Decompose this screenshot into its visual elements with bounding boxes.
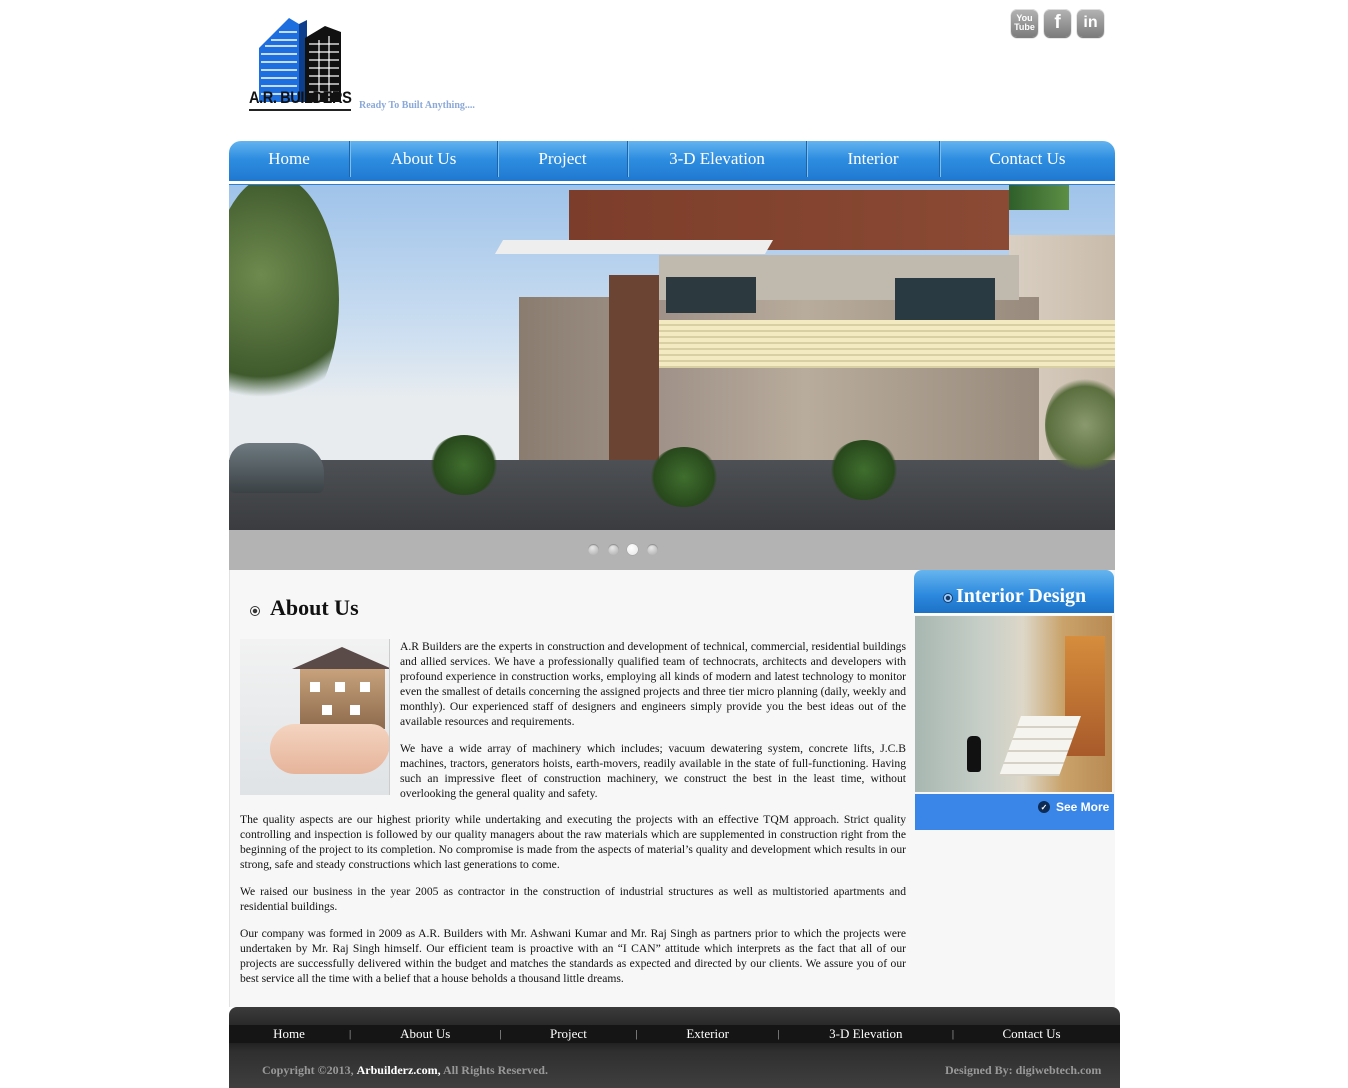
- footer-nav-3d-elevation[interactable]: 3-D Elevation: [780, 1026, 952, 1042]
- bullet-icon: [250, 606, 260, 616]
- about-heading: About Us: [250, 595, 359, 621]
- youtube-label-bottom: Tube: [1014, 22, 1035, 32]
- see-more-button[interactable]: ✓ See More: [1038, 800, 1109, 814]
- footer-nav-exterior[interactable]: Exterior: [638, 1026, 778, 1042]
- footer-nav-about-us[interactable]: About Us: [351, 1026, 499, 1042]
- logo-text: A.R. BUILDERS: [249, 88, 352, 107]
- about-paragraph-2: We have a wide array of machinery which …: [400, 742, 906, 800]
- copyright-site-link[interactable]: Arbuilderz.com,: [357, 1063, 441, 1077]
- footer-nav-project[interactable]: Project: [501, 1026, 635, 1042]
- interior-design-title: Interior Design: [956, 585, 1087, 607]
- copyright-suffix: All Rights Reserved.: [442, 1063, 548, 1077]
- footer-nav: Home | About Us | Project | Exterior | 3…: [229, 1025, 1120, 1043]
- main-nav: Home About Us Project 3-D Elevation Inte…: [229, 141, 1115, 185]
- about-paragraph-5: Our company was formed in 2009 as A.R. B…: [240, 927, 906, 985]
- copyright-prefix: Copyright ©2013,: [262, 1063, 354, 1077]
- interior-design-image[interactable]: [915, 616, 1112, 792]
- nav-3d-elevation[interactable]: 3-D Elevation: [628, 141, 807, 177]
- linkedin-icon[interactable]: in: [1077, 9, 1104, 37]
- slider-dot-4[interactable]: [647, 544, 658, 555]
- check-circle-icon: ✓: [1038, 801, 1050, 813]
- facebook-icon[interactable]: f: [1044, 9, 1071, 37]
- logo-underline: [249, 109, 351, 111]
- footer-nav-home[interactable]: Home: [229, 1026, 349, 1042]
- facebook-glyph: f: [1054, 12, 1061, 33]
- footer-nav-contact-us[interactable]: Contact Us: [954, 1026, 1109, 1042]
- nav-home[interactable]: Home: [229, 141, 350, 177]
- nav-about-us[interactable]: About Us: [350, 141, 498, 177]
- youtube-icon[interactable]: You Tube: [1011, 9, 1038, 37]
- linkedin-glyph: in: [1083, 14, 1098, 31]
- slider-dot-1[interactable]: [588, 544, 599, 555]
- nav-interior[interactable]: Interior: [807, 141, 940, 177]
- copyright: Copyright ©2013, Arbuilderz.com, All Rig…: [262, 1063, 548, 1078]
- see-more-label: See More: [1056, 800, 1110, 814]
- bullet-icon: [943, 593, 953, 603]
- tagline: Ready To Built Anything....: [359, 100, 475, 111]
- slider-dot-2[interactable]: [608, 544, 619, 555]
- nav-contact-us[interactable]: Contact Us: [940, 141, 1115, 177]
- designed-by[interactable]: Designed By: digiwebtech.com: [945, 1063, 1101, 1078]
- about-paragraph-1: A.R Builders are the experts in construc…: [400, 640, 906, 728]
- nav-project[interactable]: Project: [498, 141, 628, 177]
- about-title: About Us: [270, 595, 359, 620]
- hero-banner-image: [229, 185, 1115, 530]
- slider-dot-3[interactable]: [627, 544, 638, 555]
- about-paragraph-3: The quality aspects are our highest prio…: [240, 813, 906, 871]
- house-in-hand-image: [240, 639, 390, 795]
- slider-controls: [229, 530, 1115, 570]
- about-paragraph-4: We raised our business in the year 2005 …: [240, 885, 906, 913]
